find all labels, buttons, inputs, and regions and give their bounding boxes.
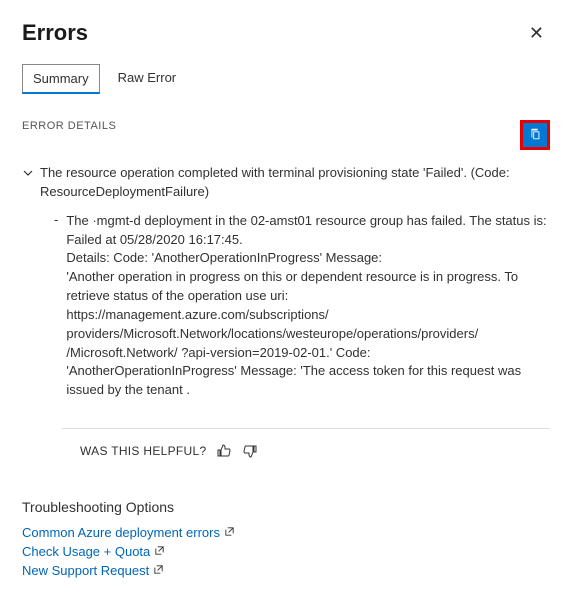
- link-label: Common Azure deployment errors: [22, 525, 220, 540]
- copy-icon: [528, 127, 542, 144]
- thumbs-up-icon[interactable]: [216, 443, 232, 459]
- external-link-icon: [224, 525, 235, 540]
- link-label: New Support Request: [22, 563, 149, 578]
- error-details-label: ERROR DETAILS: [22, 120, 116, 132]
- link-new-support-request[interactable]: New Support Request: [22, 563, 164, 578]
- error-main-message: The resource operation completed with te…: [40, 164, 550, 202]
- external-link-icon: [154, 544, 165, 559]
- helpful-label: WAS THIS HELPFUL?: [80, 444, 206, 458]
- tab-summary[interactable]: Summary: [22, 64, 100, 94]
- error-sub-message: The ·mgmt-d deployment in the 02-amst01 …: [66, 212, 550, 400]
- page-title: Errors: [22, 20, 88, 46]
- chevron-down-icon[interactable]: [22, 167, 34, 182]
- bullet-dash: -: [54, 212, 58, 400]
- tab-raw-error[interactable]: Raw Error: [108, 64, 187, 94]
- divider: [62, 428, 550, 429]
- thumbs-down-icon[interactable]: [242, 443, 258, 459]
- link-common-deployment-errors[interactable]: Common Azure deployment errors: [22, 525, 235, 540]
- external-link-icon: [153, 563, 164, 578]
- close-icon[interactable]: ✕: [523, 21, 550, 46]
- copy-button[interactable]: [520, 120, 550, 150]
- tabs: Summary Raw Error: [22, 64, 550, 94]
- troubleshooting-title: Troubleshooting Options: [22, 499, 550, 515]
- link-label: Check Usage + Quota: [22, 544, 150, 559]
- link-check-usage-quota[interactable]: Check Usage + Quota: [22, 544, 165, 559]
